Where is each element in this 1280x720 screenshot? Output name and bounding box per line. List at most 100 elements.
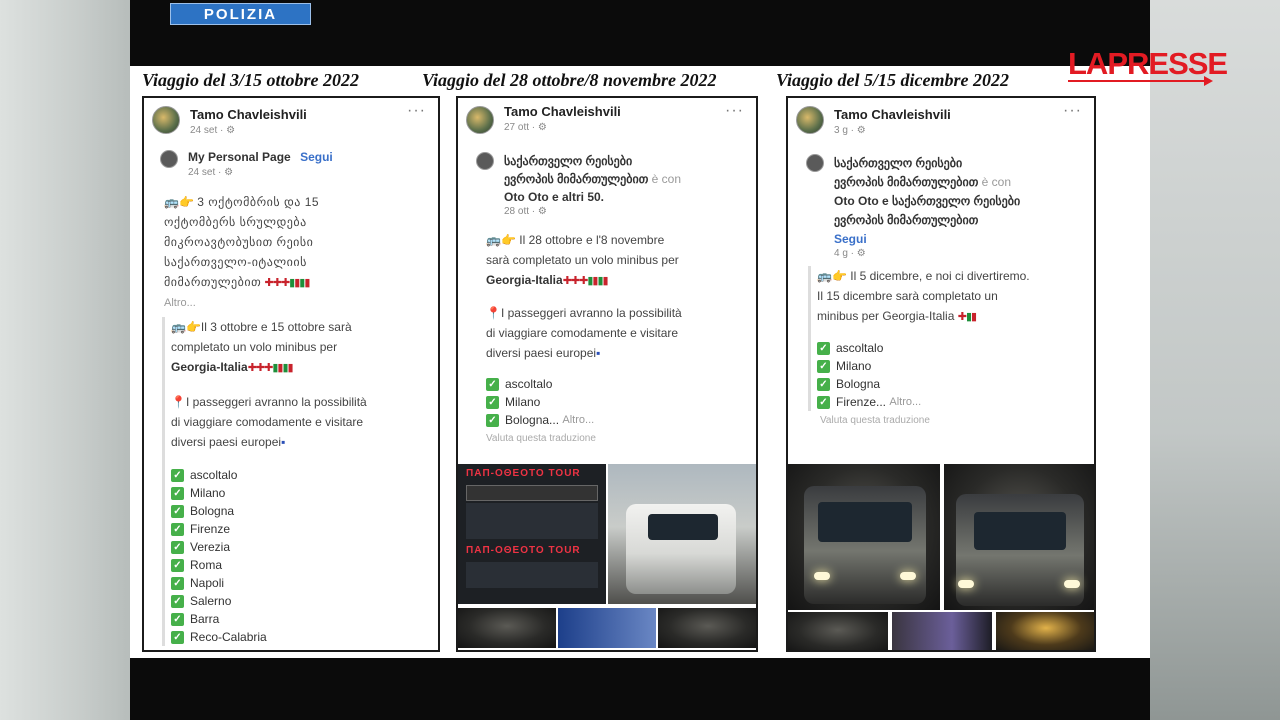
geo-line: 3 ოქტომბრის და 15	[197, 195, 320, 209]
thumbnail-photo[interactable]	[458, 608, 556, 648]
geo-line: მიმართულებით	[164, 275, 262, 289]
check-icon: ✓	[171, 594, 184, 608]
check-icon: ✓	[171, 522, 184, 536]
shared-author-name[interactable]: My Personal Page	[188, 150, 291, 164]
check-icon: ✓	[171, 504, 184, 518]
author-name[interactable]: Tamo Chavleishvili	[190, 107, 307, 122]
post-time: 24 set · ⚙	[190, 125, 236, 136]
list-item: ✓ Bologna	[817, 375, 1094, 393]
translate-rating-link[interactable]: Valuta questa traduzione	[820, 415, 1094, 426]
post-time: 27 ott · ⚙	[504, 122, 547, 133]
see-more-link[interactable]: Altro...	[889, 393, 921, 411]
see-more-link[interactable]: Altro...	[562, 411, 594, 429]
group-name[interactable]: საქართველო რეისები ევროპის მიმართულებით …	[504, 152, 681, 206]
it-line: Georgia-Italia	[171, 360, 248, 374]
facebook-post-1: Tamo Chavleishvili 24 set · ⚙ ··· My Per…	[142, 96, 440, 652]
post-header: Tamo Chavleishvili 27 ott · ⚙ ···	[458, 98, 756, 142]
avatar[interactable]	[796, 106, 824, 134]
translate-rating-link[interactable]: Valuta questa traduzione	[486, 433, 756, 444]
thumbnail-photo[interactable]	[892, 612, 992, 650]
pin-icon: 📍	[171, 395, 186, 409]
check-icon: ✓	[486, 413, 499, 427]
avatar[interactable]	[160, 150, 178, 168]
avatar[interactable]	[466, 106, 494, 134]
post-time: 3 g · ⚙	[834, 125, 866, 136]
facebook-post-2: Tamo Chavleishvili 27 ott · ⚙ ··· საქართ…	[456, 96, 758, 652]
flags-icon: ✚✚✚▮▮▮▮	[562, 275, 609, 287]
more-options-icon[interactable]: ···	[1063, 102, 1082, 120]
eu-flag-icon: ▪	[281, 435, 286, 449]
author-name[interactable]: Tamo Chavleishvili	[504, 104, 621, 119]
geo-line: მიკროავტობუსით რეისი	[164, 235, 314, 249]
check-icon: ✓	[171, 486, 184, 500]
see-more-link[interactable]: Altro...	[164, 293, 438, 313]
city-list: ✓ ascoltalo ✓ Milano ✓ Bologna... Altro...	[486, 375, 756, 429]
background-left-blur	[0, 0, 130, 720]
list-item: ✓ Reco-Calabria	[171, 628, 438, 646]
avatar[interactable]	[476, 152, 494, 170]
list-item: ✓ ascoltalo	[486, 375, 756, 393]
lapresse-arrow-tip-icon	[1204, 76, 1213, 86]
it-line: completato un volo minibus per	[171, 340, 338, 354]
minibus-ad-photo[interactable]: ΠΑΠ-ΟΘΕΟΤΟ ΤΟUR ΠΑΠ-ΟΘΕΟΤΟ ΤΟUR	[458, 464, 606, 604]
more-options-icon[interactable]: ···	[725, 102, 744, 120]
avatar[interactable]	[806, 154, 824, 172]
italian-text: 🚌👉Il 3 ottobre e 15 ottobre sarà complet…	[162, 317, 438, 646]
group-name[interactable]: საქართველო რეისები ევროპის მიმართულებით …	[834, 154, 1020, 249]
thumbnail-photo[interactable]	[558, 608, 656, 648]
geo-line: საქართველო-იტალიის	[164, 255, 307, 269]
avatar[interactable]	[152, 106, 180, 134]
flags-icon: ✚▮▮	[957, 311, 977, 323]
author-name[interactable]: Tamo Chavleishvili	[834, 107, 951, 122]
post-header: Tamo Chavleishvili 24 set · ⚙ ···	[144, 98, 438, 142]
geo-line: ოქტომბერს სრულდება	[164, 215, 307, 229]
eu-flag-icon: ▪	[596, 346, 601, 360]
group-time: 28 ott · ⚙	[504, 206, 547, 217]
list-item: ✓ ascoltalo	[817, 339, 1094, 357]
shared-post-header: My Personal Page Segui 24 set · ⚙	[160, 148, 438, 188]
thumbnail-photo[interactable]	[788, 612, 888, 650]
thumbnail-photo[interactable]	[658, 608, 756, 648]
pass-line: I passeggeri avranno la possibilità	[185, 395, 367, 409]
check-icon: ✓	[817, 341, 830, 355]
group-header: საქართველო რეისები ევროპის მიმართულებით …	[476, 148, 756, 230]
list-item: ✓ Verezia	[171, 538, 438, 556]
check-icon: ✓	[171, 630, 184, 644]
background-right-blur	[1150, 0, 1280, 720]
flags-icon: ✚✚✚▮▮▮▮	[264, 277, 311, 289]
list-item: ✓ Barra	[171, 610, 438, 628]
list-item: ✓ Napoli	[171, 574, 438, 592]
shared-time: 24 set · ⚙	[188, 167, 234, 178]
city-list: ✓ ascoltalo ✓ Milano ✓ Bologna ✓ Firenze ✓ Ve…	[171, 466, 438, 646]
italian-text: 🚌👉 Il 5 dicembre, e noi ci divertiremo. …	[808, 266, 1094, 411]
check-icon: ✓	[171, 612, 184, 626]
check-icon: ✓	[171, 558, 184, 572]
evidence-slide: Viaggio del 3/15 ottobre 2022 Viaggio de…	[130, 66, 1150, 658]
caption-trip-2: Viaggio del 28 ottobre/8 novembre 2022	[422, 70, 717, 90]
white-minibus-photo[interactable]	[608, 464, 756, 604]
polizia-logo: POLIZIA	[170, 3, 311, 25]
caption-trip-1: Viaggio del 3/15 ottobre 2022	[142, 70, 360, 90]
group-time: 4 g · ⚙	[834, 248, 866, 259]
video-frame: POLIZIA Viaggio del 3/15 ottobre 2022 Vi…	[130, 0, 1150, 720]
emoji-icon: 🚌👉	[486, 233, 516, 247]
check-icon: ✓	[817, 395, 830, 409]
emoji-icon: 🚌👉	[817, 269, 847, 283]
list-item: ✓ Firenze... Altro...	[817, 393, 1094, 411]
check-icon: ✓	[486, 395, 499, 409]
minibus-night-photo[interactable]	[788, 464, 940, 610]
group-header: საქართველო რეისები ევროპის მიმართულებით …	[806, 148, 1094, 260]
city-list: ✓ ascoltalo ✓ Milano ✓ Bologna ✓ Firenze... …	[817, 339, 1094, 411]
check-icon: ✓	[171, 540, 184, 554]
follow-button: Segui	[834, 232, 867, 246]
thumbnail-photo[interactable]	[996, 612, 1094, 650]
minibus-night-photo[interactable]	[944, 464, 1094, 610]
italian-text: 🚌👉 Il 28 ottobre e l'8 novembre sarà com…	[486, 230, 756, 429]
check-icon: ✓	[817, 359, 830, 373]
list-item: ✓ Roma	[171, 556, 438, 574]
follow-button[interactable]: Segui	[300, 150, 333, 164]
list-item: ✓ Milano	[817, 357, 1094, 375]
check-icon: ✓	[171, 576, 184, 590]
pin-icon: 📍	[486, 306, 501, 320]
more-options-icon[interactable]: ···	[407, 102, 426, 120]
